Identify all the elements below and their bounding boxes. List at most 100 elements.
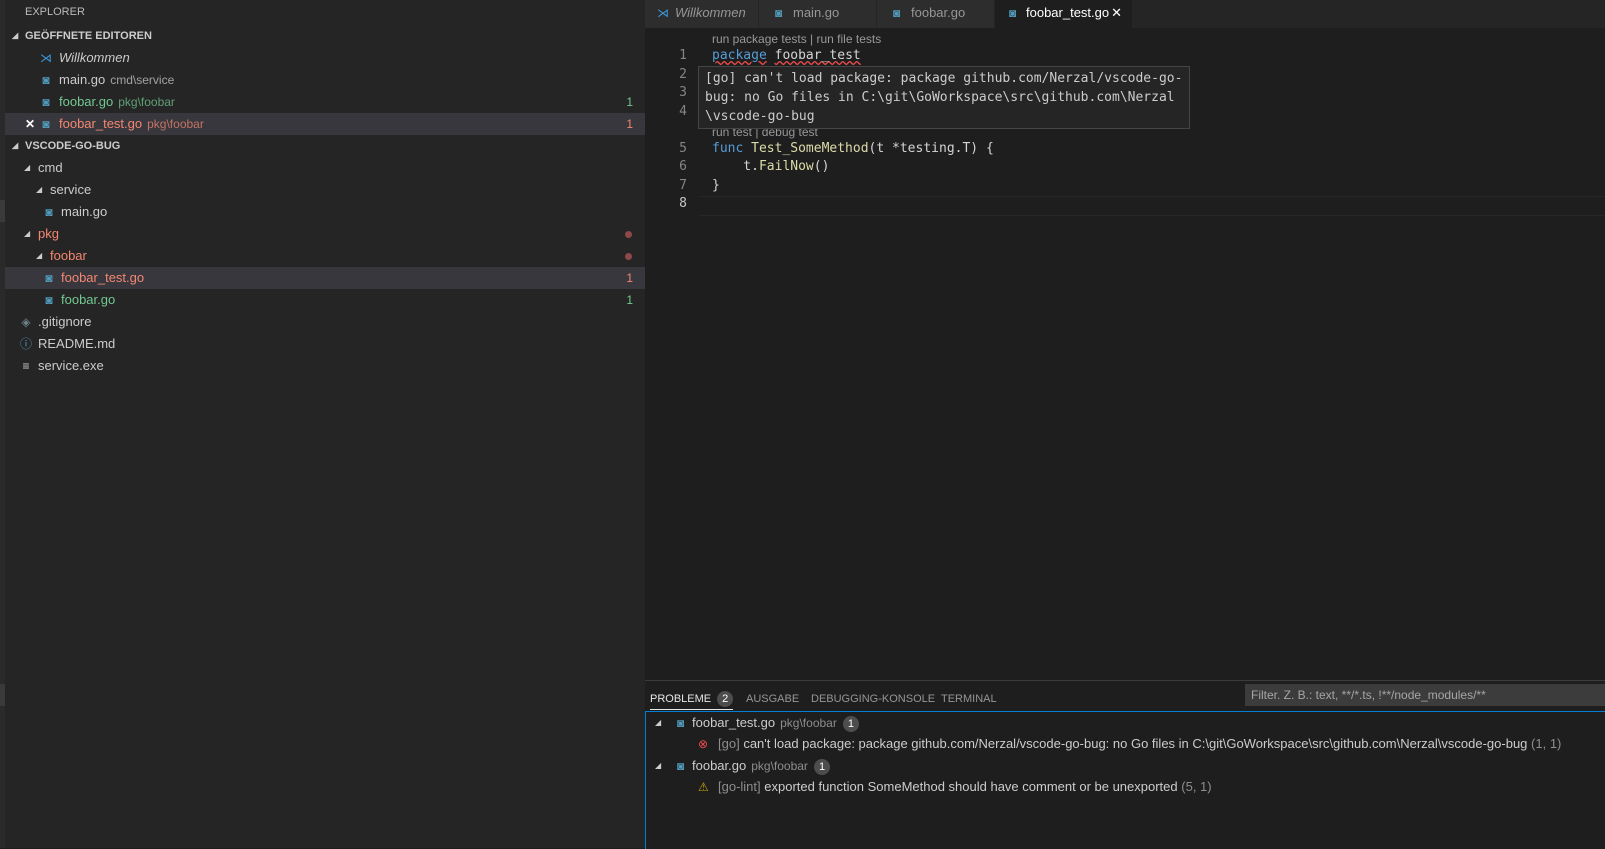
error-icon: ⊗ [698,737,709,751]
triangle-expanded-icon: ◢ [655,718,662,727]
line-number: 5 [679,141,687,156]
open-editor-foobar-test-go[interactable]: ✕ ◙ foobar_test.go pkg\foobar 1 [5,113,645,135]
open-editor-path: pkg\foobar [147,117,204,131]
vscode-logo-icon: ⋊ [40,51,52,65]
bottom-panel: PROBLEME 2 AUSGABE DEBUGGING-KONSOLE TERM… [645,680,1605,849]
tree-file-gitignore[interactable]: ◈ .gitignore [5,311,645,333]
line-number: 7 [679,178,687,193]
problem-file-row[interactable]: ◢ ◙ foobar.go pkg\foobar 1 [646,755,1605,777]
triangle-expanded-icon: ◢ [24,229,31,238]
problem-message: exported function SomeMethod should have… [764,779,1178,794]
tree-folder-cmd[interactable]: ◢ cmd [5,157,645,179]
code-line-7: } [712,178,720,193]
code-text: t. [712,159,759,174]
tab-foobar-go[interactable]: ◙ foobar.go [877,0,995,28]
gopher-icon: ◙ [1009,6,1017,20]
problem-row[interactable]: ⚠ [go-lint] exported function SomeMethod… [646,776,1605,798]
open-editor-label: Willkommen [59,50,130,65]
problem-count-badge: 1 [842,716,859,732]
code-keyword: func [712,141,744,156]
code-function-name: FailNow [758,159,814,174]
gopher-icon: ◙ [45,271,53,285]
problem-source: [go-lint] [718,779,761,794]
workspace-header[interactable]: ◢ VSCODE-GO-BUG [5,135,645,157]
open-editor-path: cmd\service [110,73,175,87]
code-package-name: foobar_test [774,48,861,63]
problem-count-badge: 1 [626,117,633,131]
tab-label: Willkommen [675,5,746,20]
triangle-expanded-icon: ◢ [36,185,43,194]
tree-item-label: main.go [61,204,108,219]
tree-file-foobar-go[interactable]: ◙ foobar.go 1 [5,289,645,311]
workspace-label: VSCODE-GO-BUG [25,140,121,152]
gopher-icon: ◙ [42,95,50,109]
triangle-expanded-icon: ◢ [12,31,19,40]
tree-folder-foobar[interactable]: ◢ foobar [5,245,645,267]
error-hover-tooltip: [go] can't load package: package github.… [698,66,1190,129]
code-text: (t *testing.T) { [868,141,994,156]
editor-tab-bar: ⋊ Willkommen ◙ main.go ◙ foobar.go ◙ foo… [645,0,1605,28]
line-number: 8 [679,196,687,211]
code-line-5: func Test_SomeMethod(t *testing.T) { [712,141,994,156]
tab-label: main.go [793,5,840,20]
gopher-icon: ◙ [775,6,783,20]
code-function-name: Test_SomeMethod [751,141,869,156]
tree-file-service-exe[interactable]: ≡ service.exe [5,355,645,377]
code-line-1: package foobar_test [712,48,861,63]
tab-label: foobar_test.go [1026,5,1110,20]
gopher-icon: ◙ [42,73,50,87]
tab-foobar-test-go[interactable]: ◙ foobar_test.go ✕ [995,0,1133,28]
problem-row[interactable]: ⊗ [go] can't load package: package githu… [646,733,1605,755]
tree-folder-pkg[interactable]: ◢ pkg [5,223,645,245]
gopher-icon: ◙ [42,117,50,131]
tree-file-readme[interactable]: ⓘ README.md [5,333,645,355]
open-editor-label: foobar_test.go [59,116,143,131]
gopher-icon: ◙ [677,716,685,730]
tree-item-label: foobar [50,248,87,263]
problem-count-badge: 2 [717,691,734,707]
explorer-sidebar: EXPLORER ◢ GEÖFFNETE EDITOREN ⋊ Willkomm… [5,0,645,848]
current-line-highlight [699,196,1605,216]
triangle-expanded-icon: ◢ [24,163,31,172]
tab-willkommen[interactable]: ⋊ Willkommen [645,0,759,28]
tree-item-label: service [50,182,92,197]
gopher-icon: ◙ [45,293,53,307]
problem-count-badge: 1 [813,759,831,775]
explorer-title: EXPLORER [25,6,85,18]
tab-debugging-konsole[interactable]: DEBUGGING-KONSOLE [811,689,935,709]
open-editor-main-go[interactable]: ◙ main.go cmd\service [5,69,645,91]
tree-item-label: foobar_test.go [61,270,145,285]
warning-icon: ⚠ [698,780,709,794]
open-editor-willkommen[interactable]: ⋊ Willkommen [5,47,645,69]
code-editor[interactable]: run package tests | run file tests run t… [645,28,1605,680]
problems-list: ◢ ◙ foobar_test.go pkg\foobar 1 ⊗ [go] can… [645,711,1605,849]
code-keyword: package [712,48,767,63]
git-icon: ◈ [21,315,31,329]
problem-file-name: foobar_test.go [692,715,776,730]
modified-dot [625,231,632,238]
problem-count-badge: 1 [626,293,633,307]
problem-file-path: pkg\foobar [780,716,837,730]
close-icon[interactable]: ✕ [23,113,37,135]
line-number: 1 [679,48,687,63]
tab-main-go[interactable]: ◙ main.go [759,0,877,28]
triangle-expanded-icon: ◢ [12,141,19,150]
problems-filter-input[interactable] [1245,684,1605,706]
close-icon[interactable]: ✕ [1111,0,1122,26]
tree-folder-service[interactable]: ◢ service [5,179,645,201]
tab-terminal[interactable]: TERMINAL [941,689,997,709]
tab-probleme[interactable]: PROBLEME 2 [650,689,734,710]
tree-item-label: service.exe [38,358,104,373]
modified-dot [625,253,632,260]
problem-position: (5, 1) [1181,779,1212,794]
tree-item-label: README.md [38,336,116,351]
tree-file-foobar-test-go[interactable]: ◙ foobar_test.go 1 [5,267,645,289]
tree-file-main-go[interactable]: ◙ main.go [5,201,645,223]
problem-count-badge: 1 [626,271,633,285]
open-editors-header[interactable]: ◢ GEÖFFNETE EDITOREN [5,25,645,47]
open-editor-foobar-go[interactable]: ◙ foobar.go pkg\foobar 1 [5,91,645,113]
problem-file-row[interactable]: ◢ ◙ foobar_test.go pkg\foobar 1 [646,712,1605,734]
codelens-package[interactable]: run package tests | run file tests [712,32,881,46]
tree-item-label: foobar.go [61,292,116,307]
tab-ausgabe[interactable]: AUSGABE [746,689,799,709]
